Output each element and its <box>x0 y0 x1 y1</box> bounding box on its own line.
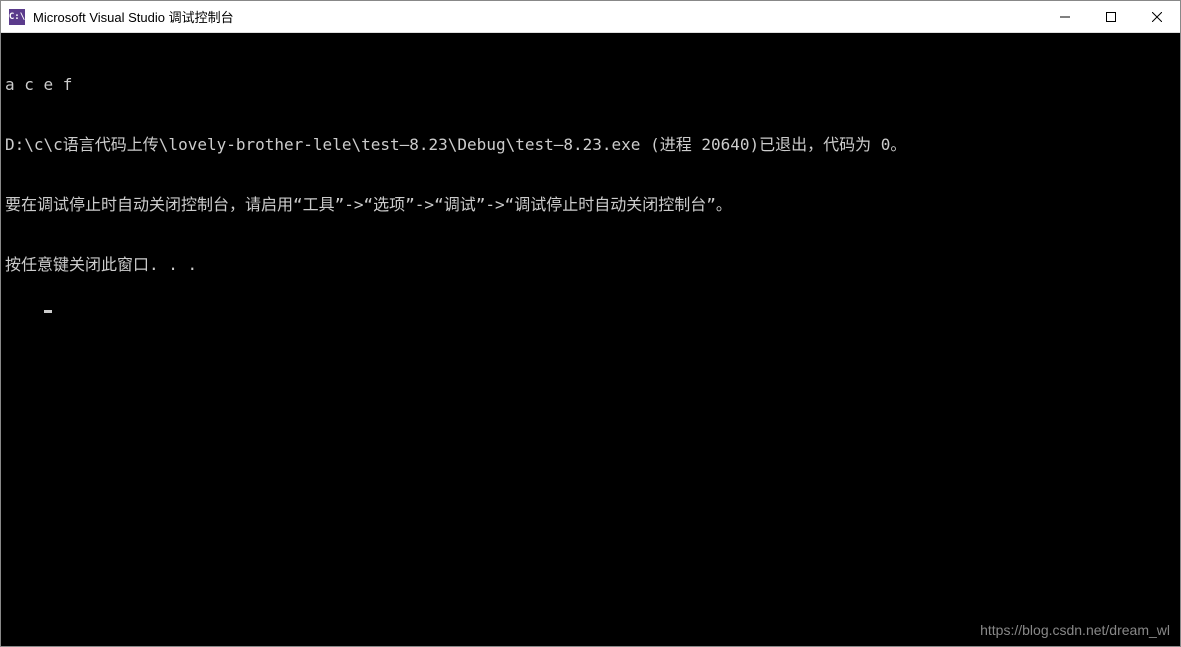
window-controls <box>1042 1 1180 32</box>
minimize-button[interactable] <box>1042 1 1088 32</box>
console-line: a c e f <box>5 75 1176 95</box>
cursor <box>44 310 52 313</box>
console-window: C:\ Microsoft Visual Studio 调试控制台 a c e … <box>0 0 1181 647</box>
console-output[interactable]: a c e f D:\c\c语言代码上传\lovely-brother-lele… <box>1 33 1180 646</box>
close-icon <box>1152 12 1162 22</box>
window-title: Microsoft Visual Studio 调试控制台 <box>33 7 1042 26</box>
console-line: D:\c\c语言代码上传\lovely-brother-lele\test—8.… <box>5 135 1176 155</box>
app-icon: C:\ <box>9 9 25 25</box>
watermark-text: https://blog.csdn.net/dream_wl <box>980 620 1170 640</box>
console-line: 按任意键关闭此窗口. . . <box>5 255 1176 275</box>
close-button[interactable] <box>1134 1 1180 32</box>
minimize-icon <box>1060 12 1070 22</box>
maximize-icon <box>1106 12 1116 22</box>
console-line: 要在调试停止时自动关闭控制台，请启用“工具”->“选项”->“调试”->“调试停… <box>5 195 1176 215</box>
maximize-button[interactable] <box>1088 1 1134 32</box>
titlebar: C:\ Microsoft Visual Studio 调试控制台 <box>1 1 1180 33</box>
